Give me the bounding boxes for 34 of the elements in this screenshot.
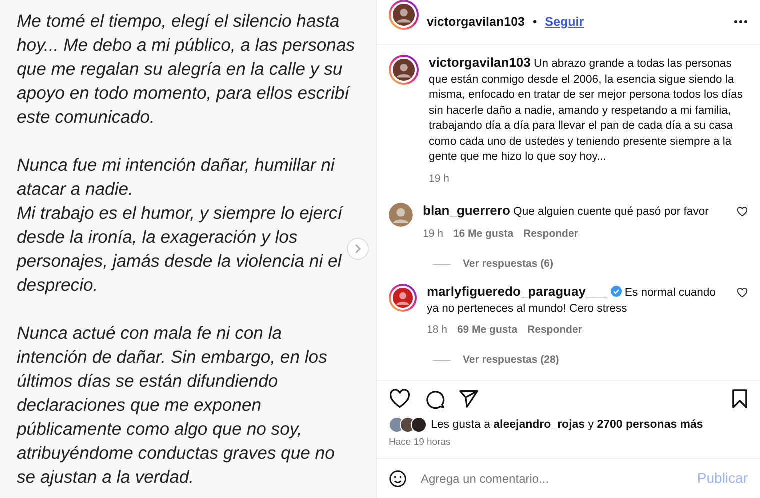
profile-avatar[interactable] [389, 0, 419, 30]
statement-paragraph: Nunca fue mi intención dañar, humillar ni atacar a nadie. [17, 154, 335, 201]
reply-link[interactable]: Responder [524, 226, 578, 242]
liker-avatars [389, 417, 427, 434]
statement-paragraph: Mi trabajo es el humor, y siempre lo ejercí desde la ironía, la exageración y los personajes, jamás desde la violencia ni el desprecio. [17, 202, 343, 297]
timestamp: 19 h [423, 226, 444, 242]
likes-summary: Les gusta a aleejandro_rojas y 2700 personas más [431, 418, 704, 432]
send-icon[interactable] [459, 390, 479, 408]
view-replies-link[interactable]: Ver respuestas (6) [463, 256, 554, 272]
bookmark-icon[interactable] [732, 388, 748, 408]
commenter-avatar[interactable] [389, 284, 417, 312]
timestamp: 19 h [429, 172, 450, 186]
statement-paragraph: Nunca actué con mala fe ni con la intención de dañar. Sin embargo, en los últimos días se están difundiendo declaraciones que me exponen públicamente como algo que no soy, atribuyéndome conductas graves que no se ajustan a la verdad. [17, 322, 335, 489]
timestamp: 18 h [427, 323, 448, 338]
like-icon[interactable] [389, 388, 411, 408]
comment-text: blan_guerrero Que alguien cuente qué pasó por favor [423, 203, 710, 220]
statement-paragraph: Me tomé el tiempo, elegí el silencio hasta hoy... Me debo a mi público, a las personas que me regalan su alegría en la calle y su apoyo en todo momento, para ellos escribí este comunicado. [17, 10, 356, 129]
like-count[interactable]: 16 Me gusta [453, 226, 514, 242]
comment-icon[interactable] [425, 388, 445, 408]
view-replies-link[interactable]: Ver respuestas (28) [463, 353, 560, 369]
emoji-icon[interactable] [389, 470, 407, 488]
more-options-icon[interactable] [734, 20, 748, 24]
comment-input[interactable]: Agrega un comentario... [419, 468, 686, 488]
chevron-right-icon [354, 244, 362, 254]
caption-text: victorgavilan103 Un abrazo grande a todas las personas que están conmigo desde el 2006, la esencia sigue siendo la misma, enfocado en tratar de ser mejor persona todos los días sin hacerle daño a nadie, amando y respetando a mi familia, trabajando día a día para llevar el pan de cada día a su casa como cada uno de ustedes y teniendo presente siempre a la gente que me hizo lo que soy hoy... [429, 55, 744, 165]
like-count[interactable]: 69 Me gusta [457, 323, 518, 339]
commenter-avatar[interactable] [389, 203, 413, 228]
follow-link[interactable]: Seguir [545, 12, 584, 32]
reply-link[interactable]: Responder [528, 323, 582, 339]
separator-dot: • [532, 14, 538, 31]
profile-avatar[interactable] [389, 55, 419, 85]
post-date: Hace 19 horas [389, 436, 452, 450]
comment-text: marlyfigueredo_paraguay___ Es normal cuando ya no perteneces al mundo! Cero stress [427, 284, 717, 317]
username[interactable]: victorgavilan103 [427, 12, 525, 32]
